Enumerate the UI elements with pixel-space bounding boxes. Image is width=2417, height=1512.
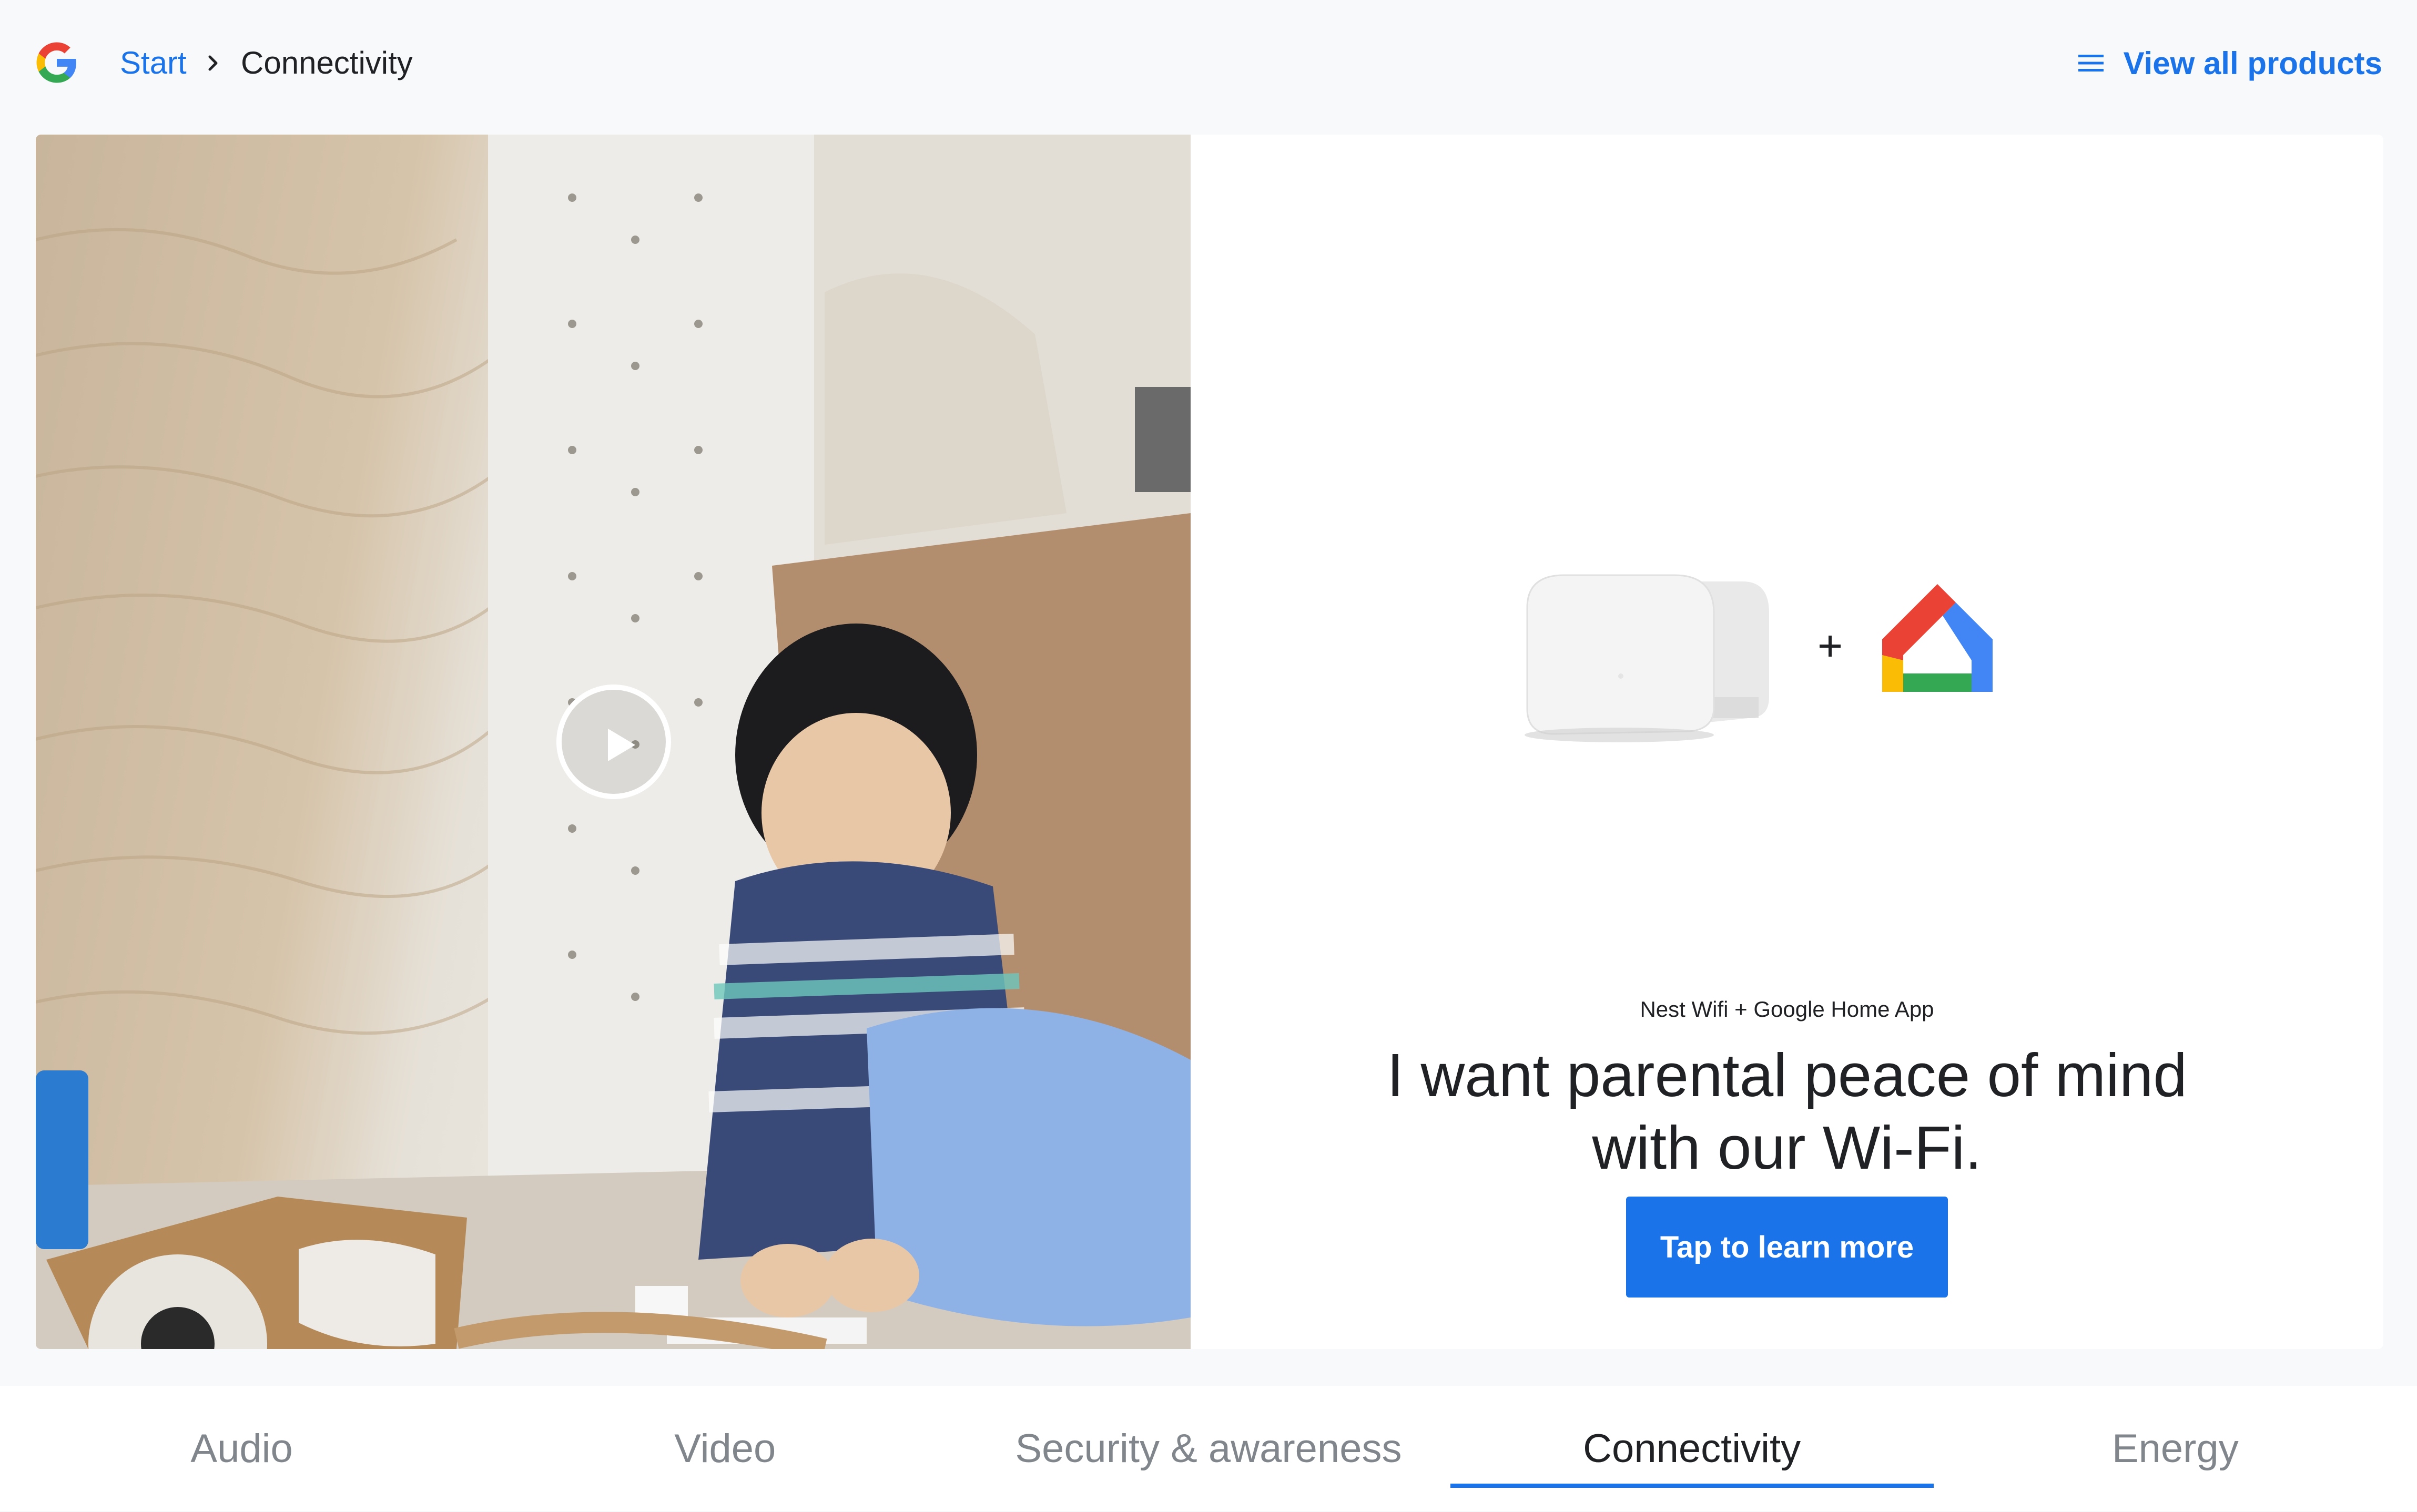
tab-connectivity[interactable]: Connectivity xyxy=(1450,1386,1934,1511)
breadcrumb-current: Connectivity xyxy=(241,45,413,80)
headline-line-2: with our Wi-Fi. xyxy=(1592,1113,1982,1182)
tab-audio[interactable]: Audio xyxy=(0,1386,483,1511)
learn-more-button[interactable]: Tap to learn more xyxy=(1626,1197,1948,1298)
tab-security-awareness[interactable]: Security & awareness xyxy=(967,1386,1450,1511)
chevron-right-icon xyxy=(208,55,218,71)
nest-wifi-device xyxy=(1525,574,1715,742)
google-g-logo[interactable] xyxy=(35,40,79,85)
view-all-products-label: View all products xyxy=(2123,45,2382,81)
google-home-app-icon xyxy=(1882,584,1993,692)
breadcrumb-start-link[interactable]: Start xyxy=(120,44,187,82)
product-name: Nest Wifi + Google Home App xyxy=(1640,997,1934,1021)
header: Start Connectivity View all products xyxy=(0,0,2417,126)
headline-line-1: I want parental peace of mind xyxy=(1387,1041,2187,1109)
headline: I want parental peace of mind with our W… xyxy=(1296,1039,2278,1184)
tab-video[interactable]: Video xyxy=(483,1386,967,1511)
menu-icon xyxy=(2078,55,2104,71)
play-video-button[interactable] xyxy=(556,685,671,799)
hero-card: Nest Wifi + Google Home App I want paren… xyxy=(36,135,2383,1349)
tab-energy[interactable]: Energy xyxy=(1934,1386,2417,1511)
product-images xyxy=(1525,574,1993,742)
video-thumbnail[interactable] xyxy=(36,135,1191,1349)
product-info: Nest Wifi + Google Home App I want paren… xyxy=(1191,135,2383,1349)
play-icon xyxy=(608,729,635,761)
category-tabs: Audio Video Security & awareness Connect… xyxy=(0,1386,2417,1511)
view-all-products-button[interactable]: View all products xyxy=(2078,42,2382,84)
plus-icon xyxy=(1820,636,1841,657)
